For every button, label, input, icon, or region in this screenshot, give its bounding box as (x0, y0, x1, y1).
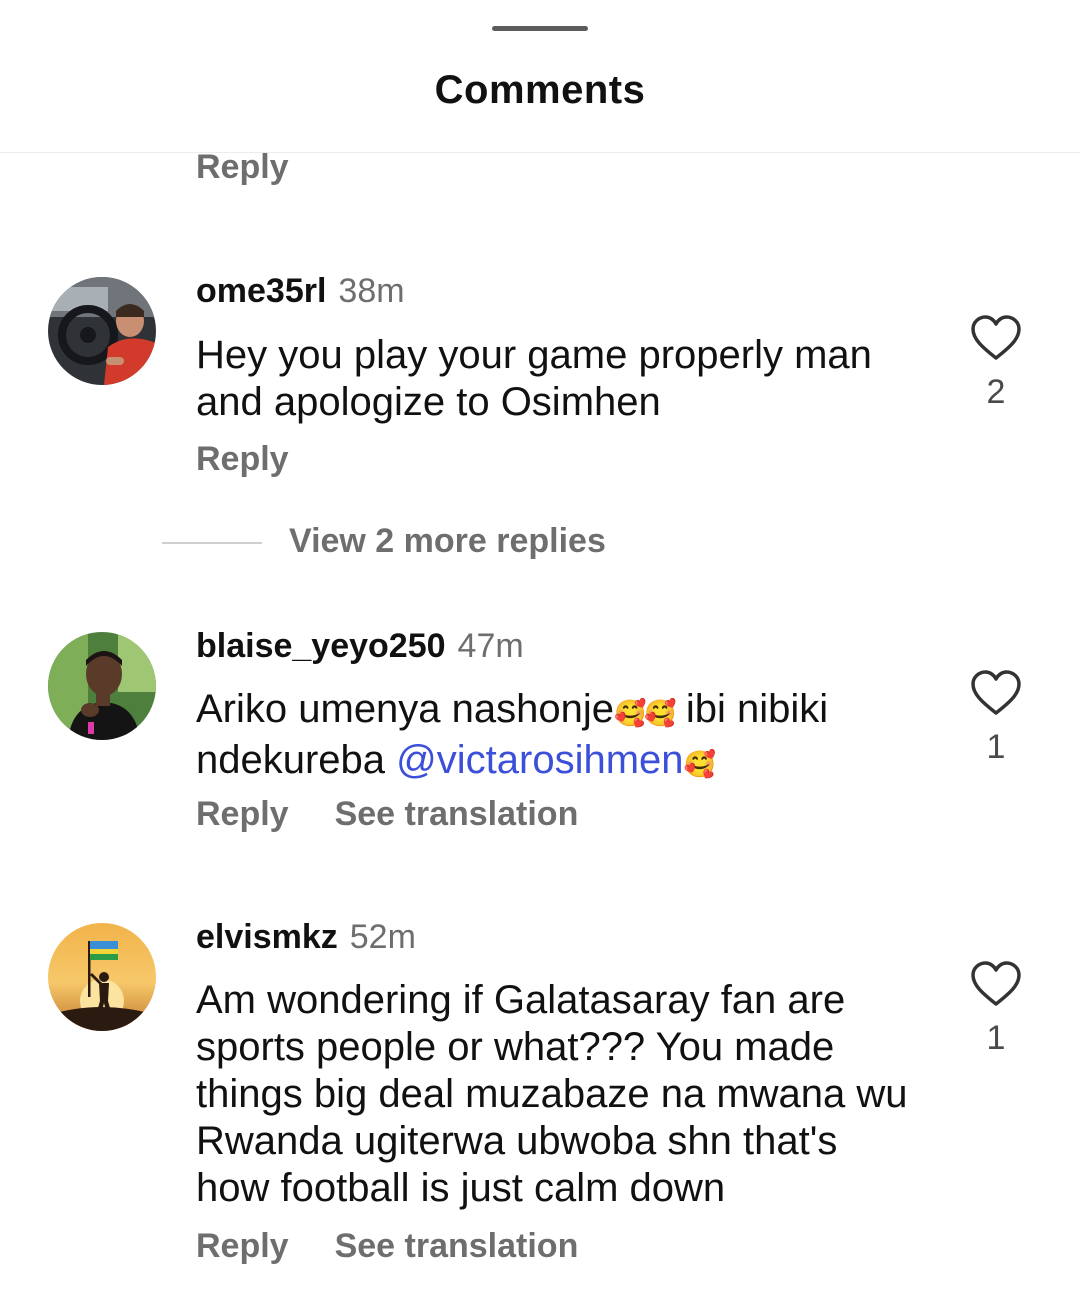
like-count: 2 (986, 373, 1006, 411)
comment-text: Hey you play your game properly man and … (196, 333, 872, 424)
username[interactable]: elvismkz (196, 918, 338, 956)
see-translation-button[interactable]: See translation (335, 795, 579, 833)
comment-meta: ome35rl 38m (196, 272, 405, 311)
comment-text-part: Ariko umenya nashonje (196, 687, 615, 731)
heart-icon[interactable] (970, 669, 1022, 717)
comment-actions: Reply (196, 440, 335, 479)
like-count: 1 (986, 1019, 1006, 1057)
username[interactable]: blaise_yeyo250 (196, 627, 446, 665)
comment-actions: Reply See translation (196, 795, 624, 834)
car-interior-avatar-icon (48, 277, 156, 385)
reply-button[interactable]: Reply (196, 795, 289, 833)
smiling-hearts-emoji: 🥰 (683, 749, 716, 779)
comments-sheet: Comments Reply ome35rl 38m Hey you play y… (0, 0, 1080, 1306)
comment-actions: Reply See translation (196, 1227, 624, 1266)
comment-text: Am wondering if Galatasaray fan are spor… (196, 978, 908, 1210)
avatar[interactable] (48, 632, 156, 740)
avatar[interactable] (48, 923, 156, 1031)
comment-text: Ariko umenya nashonje🥰🥰 ibi nibiki ndeku… (196, 686, 916, 788)
avatar[interactable] (48, 277, 156, 385)
reply-button[interactable]: Reply (196, 148, 289, 187)
view-more-replies[interactable]: View 2 more replies (162, 520, 862, 568)
comment-meta: blaise_yeyo250 47m (196, 627, 524, 666)
like-control: 2 (968, 314, 1024, 412)
timestamp: 47m (457, 627, 524, 665)
like-control: 1 (968, 960, 1024, 1058)
see-translation-button[interactable]: See translation (335, 1227, 579, 1265)
mention-link[interactable]: @victarosihmen (396, 738, 683, 782)
timestamp: 38m (338, 272, 405, 310)
reply-button[interactable]: Reply (196, 1227, 289, 1265)
smiling-hearts-emoji: 🥰🥰 (614, 698, 677, 728)
comment-meta: elvismkz 52m (196, 918, 416, 957)
username[interactable]: ome35rl (196, 272, 326, 310)
header-divider (0, 152, 1080, 153)
like-control: 1 (968, 669, 1024, 767)
view-more-replies-label[interactable]: View 2 more replies (289, 522, 606, 561)
like-count: 1 (986, 728, 1006, 766)
heart-icon[interactable] (970, 960, 1022, 1008)
page-title: Comments (434, 68, 646, 112)
sunset-flag-avatar-icon (48, 923, 156, 1031)
heart-icon[interactable] (970, 314, 1022, 362)
thread-line (162, 542, 262, 544)
reply-button[interactable]: Reply (196, 440, 289, 478)
timestamp: 52m (349, 918, 416, 956)
portrait-avatar-icon (48, 632, 156, 740)
drag-handle[interactable] (492, 26, 588, 31)
